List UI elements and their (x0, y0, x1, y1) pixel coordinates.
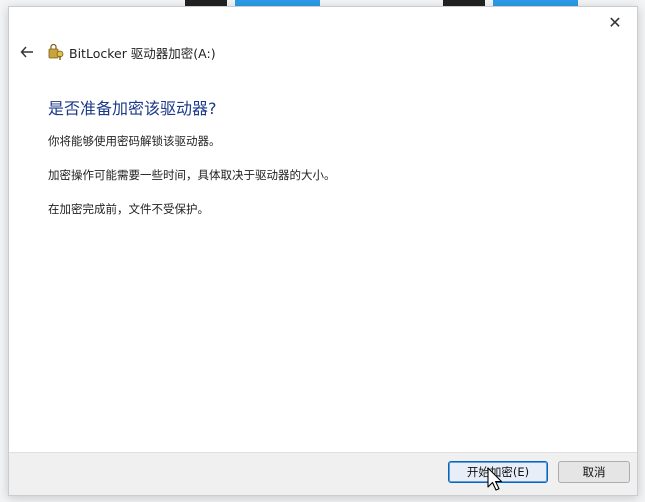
title-bar: BitLocker 驱动器加密(A:) (9, 37, 637, 67)
close-icon: ✕ (608, 13, 622, 32)
back-button[interactable] (13, 38, 41, 66)
cancel-button[interactable]: 取消 (558, 461, 630, 483)
bitlocker-key-icon (48, 43, 64, 60)
window-title: BitLocker 驱动器加密(A:) (69, 45, 216, 61)
back-arrow-icon (20, 46, 33, 58)
close-button[interactable]: ✕ (601, 11, 629, 35)
info-text: 你将能够使用密码解锁该驱动器。 (48, 134, 221, 148)
page-heading: 是否准备加密该驱动器? (48, 99, 217, 118)
start-encryption-button[interactable]: 开始加密(E) (448, 461, 548, 483)
bitlocker-dialog: ✕ BitLocker 驱动器加密(A:) 是否准备加密该驱动器? 你将能够使用… (8, 6, 638, 496)
info-text: 在加密完成前，文件不受保护。 (48, 202, 209, 216)
main-content: 是否准备加密该驱动器? 你将能够使用密码解锁该驱动器。 加密操作可能需要一些时间… (48, 95, 607, 235)
dialog-footer: 开始加密(E) 取消 (9, 452, 637, 495)
info-text: 加密操作可能需要一些时间，具体取决于驱动器的大小。 (48, 168, 336, 182)
